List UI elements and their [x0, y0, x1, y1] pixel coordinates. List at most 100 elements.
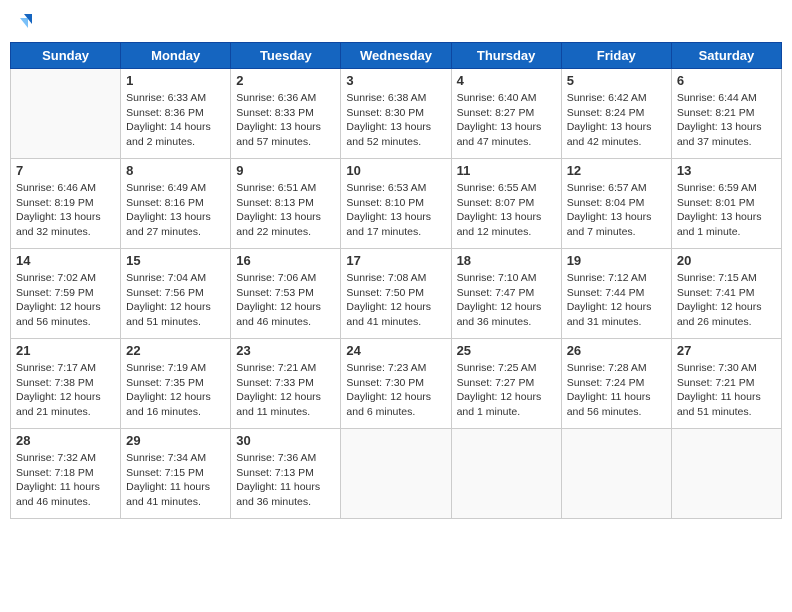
- day-number: 3: [346, 73, 445, 88]
- day-info: Sunrise: 7:21 AMSunset: 7:33 PMDaylight:…: [236, 361, 335, 420]
- day-cell: 2 Sunrise: 6:36 AMSunset: 8:33 PMDaylight…: [231, 69, 341, 159]
- day-info: Sunrise: 6:49 AMSunset: 8:16 PMDaylight:…: [126, 181, 225, 240]
- day-number: 6: [677, 73, 776, 88]
- day-number: 11: [457, 163, 556, 178]
- day-header-monday: Monday: [121, 43, 231, 69]
- day-cell: 11 Sunrise: 6:55 AMSunset: 8:07 PMDayligh…: [451, 159, 561, 249]
- calendar-table: SundayMondayTuesdayWednesdayThursdayFrid…: [10, 42, 782, 519]
- day-number: 1: [126, 73, 225, 88]
- week-row-4: 21 Sunrise: 7:17 AMSunset: 7:38 PMDayligh…: [11, 339, 782, 429]
- day-header-thursday: Thursday: [451, 43, 561, 69]
- day-info: Sunrise: 6:40 AMSunset: 8:27 PMDaylight:…: [457, 91, 556, 150]
- day-header-wednesday: Wednesday: [341, 43, 451, 69]
- week-row-5: 28 Sunrise: 7:32 AMSunset: 7:18 PMDayligh…: [11, 429, 782, 519]
- day-info: Sunrise: 7:08 AMSunset: 7:50 PMDaylight:…: [346, 271, 445, 330]
- day-number: 2: [236, 73, 335, 88]
- day-info: Sunrise: 6:42 AMSunset: 8:24 PMDaylight:…: [567, 91, 666, 150]
- day-number: 14: [16, 253, 115, 268]
- day-info: Sunrise: 7:34 AMSunset: 7:15 PMDaylight:…: [126, 451, 225, 510]
- day-cell: 26Sunrise: 7:28 AMSunset: 7:24 PMDayligh…: [561, 339, 671, 429]
- day-info: Sunrise: 6:44 AMSunset: 8:21 PMDaylight:…: [677, 91, 776, 150]
- day-info: Sunrise: 7:36 AMSunset: 7:13 PMDaylight:…: [236, 451, 335, 510]
- day-cell: 25 Sunrise: 7:25 AMSunset: 7:27 PMDayligh…: [451, 339, 561, 429]
- day-info: Sunrise: 6:55 AMSunset: 8:07 PMDaylight:…: [457, 181, 556, 240]
- day-number: 23: [236, 343, 335, 358]
- day-info: Sunrise: 6:57 AMSunset: 8:04 PMDaylight:…: [567, 181, 666, 240]
- calendar-page: SundayMondayTuesdayWednesdayThursdayFrid…: [10, 10, 782, 519]
- day-info: Sunrise: 6:53 AMSunset: 8:10 PMDaylight:…: [346, 181, 445, 240]
- day-info: Sunrise: 7:30 AMSunset: 7:21 PMDaylight:…: [677, 361, 776, 420]
- day-number: 21: [16, 343, 115, 358]
- day-cell: 15 Sunrise: 7:04 AMSunset: 7:56 PMDayligh…: [121, 249, 231, 339]
- day-cell: 1 Sunrise: 6:33 AMSunset: 8:36 PMDaylight…: [121, 69, 231, 159]
- day-info: Sunrise: 6:33 AMSunset: 8:36 PMDaylight:…: [126, 91, 225, 150]
- day-number: 26: [567, 343, 666, 358]
- day-cell: 18 Sunrise: 7:10 AMSunset: 7:47 PMDayligh…: [451, 249, 561, 339]
- day-cell: 10 Sunrise: 6:53 AMSunset: 8:10 PMDayligh…: [341, 159, 451, 249]
- day-cell: [561, 429, 671, 519]
- week-row-3: 14 Sunrise: 7:02 AMSunset: 7:59 PMDayligh…: [11, 249, 782, 339]
- day-cell: 22Sunrise: 7:19 AMSunset: 7:35 PMDayligh…: [121, 339, 231, 429]
- day-info: Sunrise: 7:15 AMSunset: 7:41 PMDaylight:…: [677, 271, 776, 330]
- day-cell: 20Sunrise: 7:15 AMSunset: 7:41 PMDayligh…: [671, 249, 781, 339]
- day-number: 25: [457, 343, 556, 358]
- day-number: 15: [126, 253, 225, 268]
- day-info: Sunrise: 6:46 AMSunset: 8:19 PMDaylight:…: [16, 181, 115, 240]
- day-cell: 23 Sunrise: 7:21 AMSunset: 7:33 PMDayligh…: [231, 339, 341, 429]
- week-row-2: 7 Sunrise: 6:46 AMSunset: 8:19 PMDaylight…: [11, 159, 782, 249]
- day-number: 12: [567, 163, 666, 178]
- day-cell: 29 Sunrise: 7:34 AMSunset: 7:15 PMDayligh…: [121, 429, 231, 519]
- day-number: 18: [457, 253, 556, 268]
- day-info: Sunrise: 6:51 AMSunset: 8:13 PMDaylight:…: [236, 181, 335, 240]
- day-info: Sunrise: 7:23 AMSunset: 7:30 PMDaylight:…: [346, 361, 445, 420]
- day-info: Sunrise: 7:32 AMSunset: 7:18 PMDaylight:…: [16, 451, 115, 510]
- day-number: 19: [567, 253, 666, 268]
- day-cell: 9 Sunrise: 6:51 AMSunset: 8:13 PMDaylight…: [231, 159, 341, 249]
- day-cell: 7 Sunrise: 6:46 AMSunset: 8:19 PMDaylight…: [11, 159, 121, 249]
- day-cell: 21 Sunrise: 7:17 AMSunset: 7:38 PMDayligh…: [11, 339, 121, 429]
- day-info: Sunrise: 7:10 AMSunset: 7:47 PMDaylight:…: [457, 271, 556, 330]
- day-number: 13: [677, 163, 776, 178]
- day-cell: 13Sunrise: 6:59 AMSunset: 8:01 PMDayligh…: [671, 159, 781, 249]
- day-cell: [341, 429, 451, 519]
- day-number: 28: [16, 433, 115, 448]
- day-info: Sunrise: 7:25 AMSunset: 7:27 PMDaylight:…: [457, 361, 556, 420]
- day-cell: [671, 429, 781, 519]
- day-cell: 16 Sunrise: 7:06 AMSunset: 7:53 PMDayligh…: [231, 249, 341, 339]
- day-info: Sunrise: 7:12 AMSunset: 7:44 PMDaylight:…: [567, 271, 666, 330]
- day-info: Sunrise: 7:17 AMSunset: 7:38 PMDaylight:…: [16, 361, 115, 420]
- day-number: 10: [346, 163, 445, 178]
- day-number: 8: [126, 163, 225, 178]
- day-number: 9: [236, 163, 335, 178]
- day-header-sunday: Sunday: [11, 43, 121, 69]
- day-cell: 19 Sunrise: 7:12 AMSunset: 7:44 PMDayligh…: [561, 249, 671, 339]
- day-info: Sunrise: 7:06 AMSunset: 7:53 PMDaylight:…: [236, 271, 335, 330]
- day-cell: 12 Sunrise: 6:57 AMSunset: 8:04 PMDayligh…: [561, 159, 671, 249]
- day-header-tuesday: Tuesday: [231, 43, 341, 69]
- day-number: 29: [126, 433, 225, 448]
- day-number: 5: [567, 73, 666, 88]
- day-header-saturday: Saturday: [671, 43, 781, 69]
- day-number: 24: [346, 343, 445, 358]
- day-header-friday: Friday: [561, 43, 671, 69]
- day-info: Sunrise: 7:02 AMSunset: 7:59 PMDaylight:…: [16, 271, 115, 330]
- day-info: Sunrise: 7:04 AMSunset: 7:56 PMDaylight:…: [126, 271, 225, 330]
- day-cell: [11, 69, 121, 159]
- day-cell: 5 Sunrise: 6:42 AMSunset: 8:24 PMDaylight…: [561, 69, 671, 159]
- day-info: Sunrise: 6:38 AMSunset: 8:30 PMDaylight:…: [346, 91, 445, 150]
- logo: [10, 10, 38, 34]
- day-info: Sunrise: 7:19 AMSunset: 7:35 PMDaylight:…: [126, 361, 225, 420]
- day-number: 7: [16, 163, 115, 178]
- day-cell: 8 Sunrise: 6:49 AMSunset: 8:16 PMDaylight…: [121, 159, 231, 249]
- day-cell: 14 Sunrise: 7:02 AMSunset: 7:59 PMDayligh…: [11, 249, 121, 339]
- day-number: 4: [457, 73, 556, 88]
- day-number: 30: [236, 433, 335, 448]
- day-info: Sunrise: 6:36 AMSunset: 8:33 PMDaylight:…: [236, 91, 335, 150]
- day-cell: 17Sunrise: 7:08 AMSunset: 7:50 PMDayligh…: [341, 249, 451, 339]
- week-row-1: 1 Sunrise: 6:33 AMSunset: 8:36 PMDaylight…: [11, 69, 782, 159]
- day-cell: 3 Sunrise: 6:38 AMSunset: 8:30 PMDaylight…: [341, 69, 451, 159]
- day-number: 16: [236, 253, 335, 268]
- day-cell: 6 Sunrise: 6:44 AMSunset: 8:21 PMDaylight…: [671, 69, 781, 159]
- day-cell: 28 Sunrise: 7:32 AMSunset: 7:18 PMDayligh…: [11, 429, 121, 519]
- logo-icon: [10, 10, 34, 34]
